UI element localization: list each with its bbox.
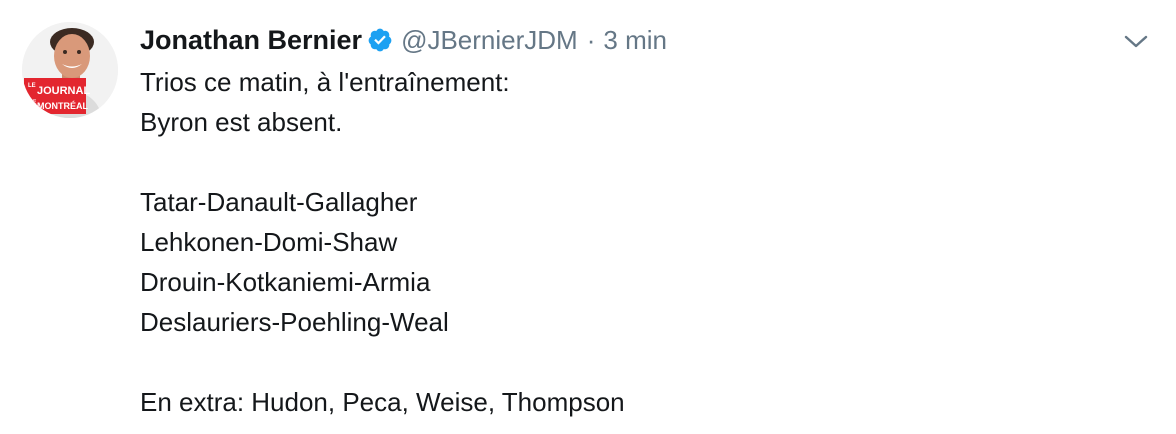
avatar-image: LE JOURNAL DE MONTRÉAL	[22, 22, 118, 118]
tweet-line: Deslauriers-Poehling-Weal	[140, 307, 449, 337]
tweet-text: Trios ce matin, à l'entraînement: Byron …	[140, 62, 625, 422]
tweet-line: En extra: Hudon, Peca, Weise, Thompson	[140, 387, 625, 417]
tweet-timestamp[interactable]: 3 min	[603, 25, 667, 56]
chevron-down-icon[interactable]	[1122, 30, 1150, 52]
author-name[interactable]: Jonathan Bernier	[140, 25, 362, 56]
tweet-line: Tatar-Danault-Gallagher	[140, 187, 418, 217]
verified-badge-icon	[367, 27, 393, 53]
svg-text:JOURNAL: JOURNAL	[37, 85, 90, 97]
journal-logo: LE JOURNAL DE MONTRÉAL	[24, 78, 90, 114]
separator-dot: ·	[586, 24, 596, 55]
svg-text:DE: DE	[28, 100, 36, 106]
tweet-header: Jonathan Bernier @JBernierJDM · 3 min	[140, 20, 667, 60]
avatar[interactable]: LE JOURNAL DE MONTRÉAL	[22, 22, 118, 118]
svg-text:LE: LE	[28, 83, 36, 89]
tweet-line: Lehkonen-Domi-Shaw	[140, 227, 398, 257]
tweet-line: Trios ce matin, à l'entraînement:	[140, 67, 510, 97]
tweet: LE JOURNAL DE MONTRÉAL Jonathan Bernier …	[0, 0, 1176, 434]
tweet-line: Byron est absent.	[140, 107, 343, 137]
author-handle[interactable]: @JBernierJDM	[401, 25, 578, 56]
svg-text:MONTRÉAL: MONTRÉAL	[37, 101, 88, 111]
tweet-line: Drouin-Kotkaniemi-Armia	[140, 267, 431, 297]
